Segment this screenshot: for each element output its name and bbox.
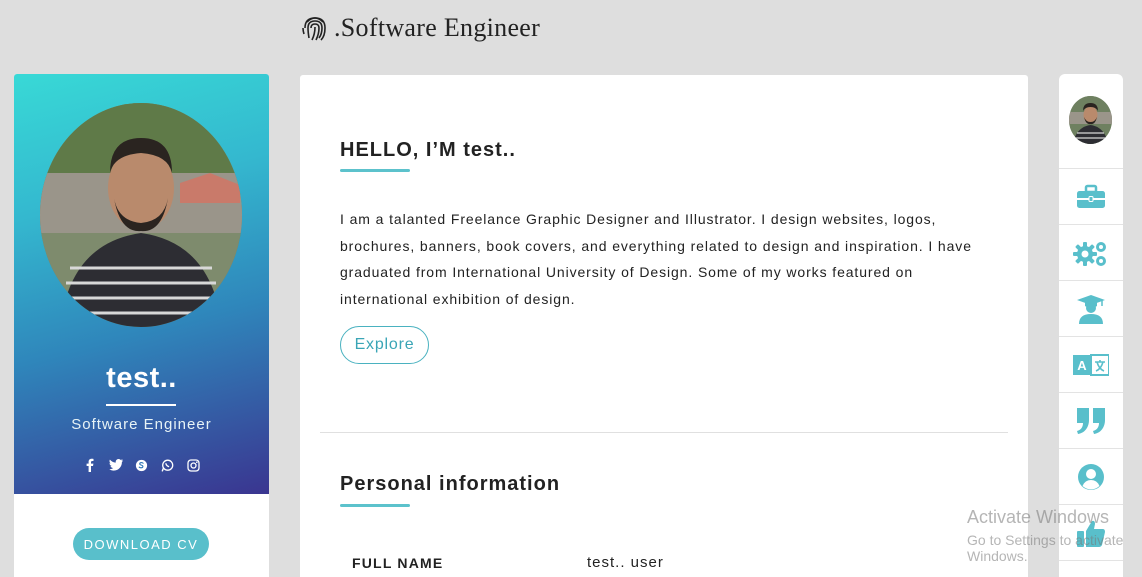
fingerprint-icon: [298, 11, 332, 45]
graduate-icon: [1077, 294, 1105, 324]
explore-button[interactable]: Explore: [340, 326, 429, 364]
name-underline: [106, 404, 176, 406]
social-links: [14, 458, 269, 472]
nav-contact[interactable]: [1059, 449, 1123, 504]
briefcase-icon: [1077, 184, 1105, 208]
watermark-title: Activate Windows: [967, 507, 1110, 527]
info-label: FULL NAME: [352, 555, 444, 571]
profile-avatar: [40, 103, 242, 327]
gears-icon: [1073, 241, 1106, 266]
watermark-subtitle: Go to Settings to activate Windows.: [967, 532, 1124, 564]
info-value: test.. user: [587, 554, 664, 571]
about-title: HELLO, I’M test..: [340, 139, 516, 161]
profile-card: test.. Software Engineer DOWNLOAD CV: [14, 74, 269, 577]
personal-info-underline: [340, 504, 410, 507]
download-cv-button[interactable]: DOWNLOAD CV: [73, 528, 209, 560]
twitter-icon[interactable]: [108, 458, 123, 472]
whatsapp-icon[interactable]: [161, 458, 175, 472]
nav-languages[interactable]: A: [1059, 337, 1123, 392]
right-nav: A: [1059, 74, 1123, 577]
about-text: I am a talanted Freelance Graphic Design…: [340, 211, 972, 307]
skype-icon[interactable]: [135, 458, 149, 472]
nav-avatar[interactable]: [1069, 96, 1112, 144]
site-brand[interactable]: .Software Engineer: [298, 8, 540, 48]
site-title: .Software Engineer: [334, 13, 541, 42]
quote-icon: [1077, 407, 1105, 434]
personal-info-title: Personal information: [340, 473, 561, 495]
facebook-icon[interactable]: [83, 458, 97, 472]
profile-role: Software Engineer: [71, 416, 212, 433]
profile-name: test..: [106, 362, 177, 394]
instagram-icon[interactable]: [187, 458, 201, 472]
translate-icon: A: [1073, 353, 1109, 376]
section-divider: [320, 432, 1008, 433]
profile-header: test.. Software Engineer: [14, 74, 269, 494]
main-content: HELLO, I’M test.. I am a talanted Freela…: [300, 75, 1028, 577]
nav-skills[interactable]: [1059, 225, 1123, 280]
svg-text:A: A: [1077, 358, 1087, 373]
user-circle-icon: [1078, 463, 1104, 490]
nav-portfolio[interactable]: [1059, 169, 1123, 224]
nav-education[interactable]: [1059, 281, 1123, 336]
about-title-underline: [340, 169, 410, 172]
nav-testimonials[interactable]: [1059, 393, 1123, 448]
